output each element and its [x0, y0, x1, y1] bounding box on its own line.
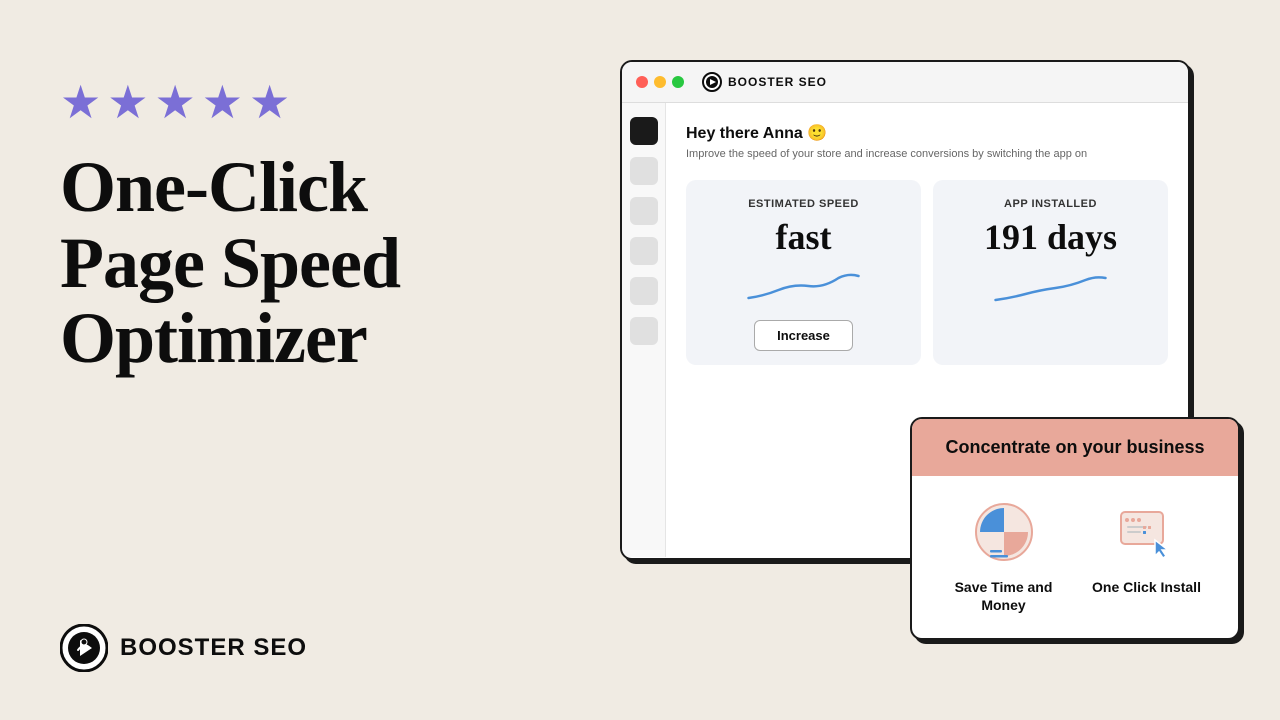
- stars-row: ★ ★ ★ ★ ★: [60, 80, 480, 126]
- nav-icon-2[interactable]: [630, 197, 658, 225]
- browser-brand: BOOSTER SEO: [702, 72, 827, 92]
- browser-brand-icon: [702, 72, 722, 92]
- star-2: ★: [107, 80, 148, 126]
- save-time-label: Save Time and Money: [949, 578, 1059, 614]
- dot-yellow: [654, 76, 666, 88]
- one-click-icon: [1113, 498, 1181, 566]
- floating-card: Concentrate on your business: [910, 417, 1240, 640]
- main-title: One-Click Page Speed Optimizer: [60, 150, 480, 377]
- speed-card: ESTIMATED SPEED fast Increase: [686, 180, 921, 365]
- increase-button[interactable]: Increase: [754, 320, 853, 351]
- star-1: ★: [60, 80, 101, 126]
- speed-card-label: ESTIMATED SPEED: [748, 198, 859, 210]
- installed-sparkline: [949, 268, 1152, 308]
- feature-one-click: One Click Install: [1092, 496, 1202, 596]
- dot-red: [636, 76, 648, 88]
- traffic-lights: [636, 76, 684, 88]
- brand-logo-icon: [60, 624, 108, 672]
- brand-row: BOOSTER SEO: [60, 624, 307, 672]
- feature-save-time: Save Time and Money: [949, 496, 1059, 614]
- star-5: ★: [249, 80, 290, 126]
- nav-icon-home[interactable]: [630, 117, 658, 145]
- installed-card-value: 191 days: [984, 218, 1117, 258]
- greeting-text: Hey there Anna 🙂: [686, 123, 1168, 143]
- save-time-icon: [970, 498, 1038, 566]
- nav-icon-4[interactable]: [630, 277, 658, 305]
- cards-row: ESTIMATED SPEED fast Increase APP INSTAL…: [686, 180, 1168, 365]
- left-panel: ★ ★ ★ ★ ★ One-Click Page Speed Optimizer: [60, 80, 480, 377]
- browser-brand-text: BOOSTER SEO: [728, 75, 827, 89]
- brand-name: BOOSTER SEO: [120, 634, 307, 662]
- one-click-label: One Click Install: [1092, 578, 1201, 596]
- browser-titlebar: BOOSTER SEO: [622, 62, 1188, 103]
- nav-icon-3[interactable]: [630, 237, 658, 265]
- one-click-icon-box: [1111, 496, 1183, 568]
- star-3: ★: [155, 80, 196, 126]
- star-4: ★: [202, 80, 243, 126]
- app-mockup: BOOSTER SEO Hey there Anna 🙂 Improve the…: [620, 60, 1240, 640]
- installed-card: APP INSTALLED 191 days: [933, 180, 1168, 365]
- sidebar-nav: [622, 103, 666, 557]
- floating-card-header: Concentrate on your business: [912, 419, 1238, 476]
- nav-icon-5[interactable]: [630, 317, 658, 345]
- save-time-icon-box: [968, 496, 1040, 568]
- floating-card-body: Save Time and Money: [912, 476, 1238, 638]
- dot-green: [672, 76, 684, 88]
- greeting-sub-text: Improve the speed of your store and incr…: [686, 147, 1168, 162]
- speed-card-value: fast: [776, 218, 832, 258]
- speed-sparkline: [702, 268, 905, 308]
- nav-icon-1[interactable]: [630, 157, 658, 185]
- installed-card-label: APP INSTALLED: [1004, 198, 1097, 210]
